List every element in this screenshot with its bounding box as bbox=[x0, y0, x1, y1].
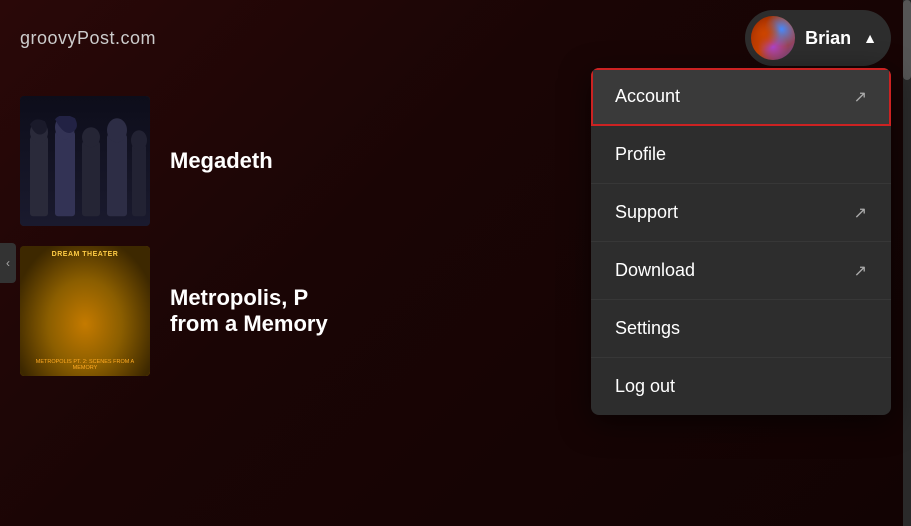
album-title-dream: Metropolis, P bbox=[170, 285, 328, 311]
menu-item-download-label: Download bbox=[615, 260, 695, 281]
avatar-image bbox=[751, 16, 795, 60]
menu-item-profile-label: Profile bbox=[615, 144, 666, 165]
external-link-icon-account: ↗ bbox=[854, 87, 867, 107]
dream-theater-subtext: METROPOLIS PT. 2: SCENES FROM A MEMORY bbox=[24, 359, 146, 371]
menu-item-support[interactable]: Support ↗ bbox=[591, 184, 891, 242]
external-link-icon-download: ↗ bbox=[854, 261, 867, 281]
menu-item-settings[interactable]: Settings bbox=[591, 300, 891, 358]
avatar bbox=[751, 16, 795, 60]
band-svg bbox=[20, 116, 150, 227]
menu-item-account[interactable]: Account ↗ bbox=[591, 68, 891, 126]
menu-item-download[interactable]: Download ↗ bbox=[591, 242, 891, 300]
album-info-megadeth: Megadeth bbox=[170, 148, 273, 174]
menu-item-settings-label: Settings bbox=[615, 318, 680, 339]
left-arrow-icon[interactable]: ‹ bbox=[0, 243, 16, 283]
menu-item-support-label: Support bbox=[615, 202, 678, 223]
album-title-megadeth: Megadeth bbox=[170, 148, 273, 174]
album-info-dream: Metropolis, P from a Memory bbox=[170, 285, 328, 337]
menu-item-profile[interactable]: Profile bbox=[591, 126, 891, 184]
dropdown-menu: Account ↗ Profile Support ↗ Download ↗ S… bbox=[591, 68, 891, 415]
menu-item-logout-label: Log out bbox=[615, 376, 675, 397]
user-menu-button[interactable]: Brian ▲ bbox=[745, 10, 891, 66]
dream-face bbox=[20, 246, 150, 376]
site-logo: groovyPost.com bbox=[20, 28, 156, 49]
user-name: Brian bbox=[805, 28, 851, 49]
album-art-dream[interactable]: DREAM THEATER METROPOLIS PT. 2: SCENES F… bbox=[20, 246, 150, 376]
dream-theater-text: DREAM THEATER bbox=[24, 251, 146, 258]
menu-item-logout[interactable]: Log out bbox=[591, 358, 891, 415]
chevron-up-icon: ▲ bbox=[863, 30, 877, 46]
header: groovyPost.com Brian ▲ bbox=[0, 0, 911, 76]
menu-item-account-label: Account bbox=[615, 86, 680, 107]
external-link-icon-support: ↗ bbox=[854, 203, 867, 223]
band-silhouette bbox=[20, 96, 150, 226]
album-subtitle-dream: from a Memory bbox=[170, 311, 328, 337]
album-art-megadeth[interactable] bbox=[20, 96, 150, 226]
